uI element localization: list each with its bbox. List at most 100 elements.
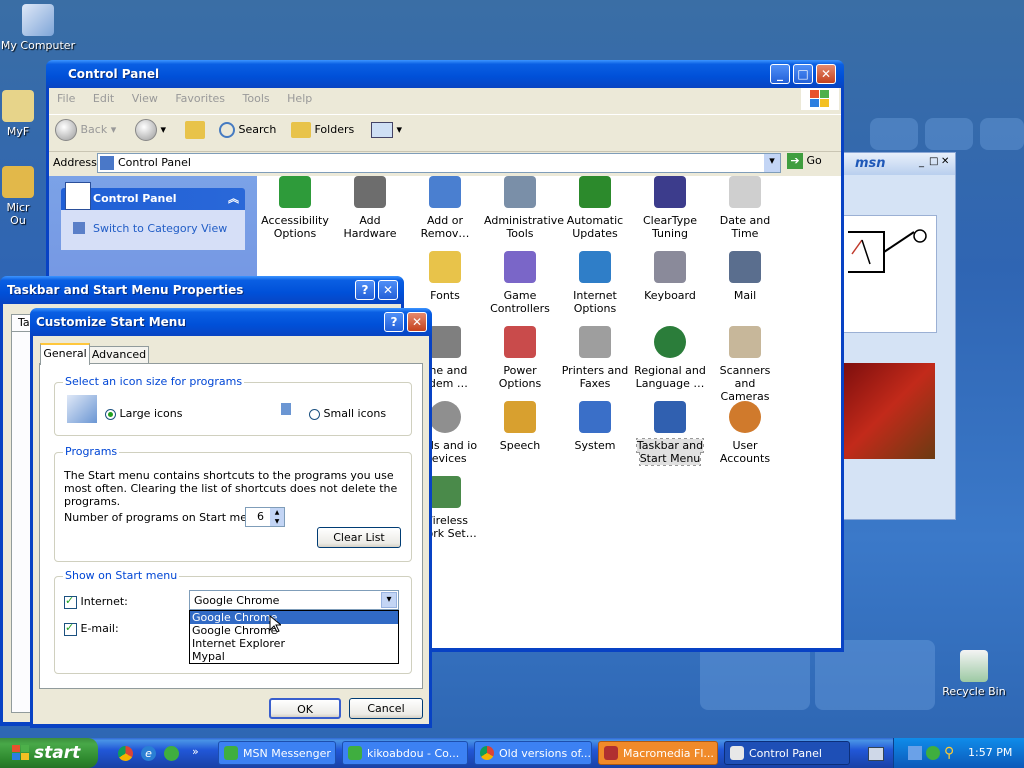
menu-help[interactable]: Help xyxy=(287,92,312,105)
cp-item-accessibility[interactable]: Accessibility Options xyxy=(259,176,331,240)
cp-item-add-hardware[interactable]: Add Hardware xyxy=(334,176,406,240)
stepper-up-icon[interactable]: ▲ xyxy=(270,508,284,517)
clear-list-button[interactable]: Clear List xyxy=(317,527,401,548)
quicklaunch-more-icon[interactable]: » xyxy=(192,745,199,758)
help-button[interactable]: ? xyxy=(355,280,375,300)
task-old-versions[interactable]: Old versions of... xyxy=(474,741,592,765)
dropdown-option[interactable]: Google Chrome xyxy=(190,611,398,624)
up-folder-button[interactable] xyxy=(185,115,205,145)
msn-window[interactable]: msn _ □ ✕ xyxy=(838,152,956,520)
cp-item-scanners[interactable]: Scanners and Cameras xyxy=(709,326,781,403)
internet-browser-select[interactable]: Google Chrome ▾ xyxy=(189,590,399,610)
forward-button[interactable]: ▾ xyxy=(135,115,166,145)
go-button[interactable]: ➔ Go xyxy=(787,153,822,169)
cp-item-user-accounts[interactable]: User Accounts xyxy=(709,401,781,465)
tab-general[interactable]: General xyxy=(40,343,90,365)
go-label: Go xyxy=(806,154,822,167)
task-macromedia-flash[interactable]: Macromedia Fl... xyxy=(598,741,718,765)
cp-item-add-remove[interactable]: Add or Remov… xyxy=(409,176,481,240)
go-arrow-icon: ➔ xyxy=(787,153,803,169)
msn-close-button[interactable]: ✕ xyxy=(941,156,949,167)
customize-start-menu-dialog[interactable]: Customize Start Menu ? ✕ General Advance… xyxy=(30,308,432,728)
menu-view[interactable]: View xyxy=(132,92,158,105)
task-msn-messenger[interactable]: MSN Messenger xyxy=(218,741,336,765)
chevron-down-icon[interactable]: ▾ xyxy=(381,592,397,608)
close-button[interactable]: ✕ xyxy=(378,280,398,300)
desktop-icon-my-computer[interactable]: My Computer xyxy=(0,4,76,52)
network-tray-icon[interactable] xyxy=(908,746,922,760)
cp-item-automatic-updates[interactable]: Automatic Updates xyxy=(559,176,631,240)
customize-titlebar[interactable]: Customize Start Menu ? ✕ xyxy=(30,308,432,336)
chrome-quicklaunch-icon[interactable] xyxy=(118,746,133,761)
speech-icon xyxy=(504,401,536,433)
task-label: kikoabdou - Co... xyxy=(367,747,460,760)
folders-button[interactable]: Folders xyxy=(291,115,354,145)
task-kikoabdou[interactable]: kikoabdou - Co... xyxy=(342,741,468,765)
msn-logo: msn xyxy=(855,156,886,171)
menu-tools[interactable]: Tools xyxy=(243,92,270,105)
cp-item-cleartype[interactable]: ClearType Tuning xyxy=(634,176,706,240)
msn-maximize-button[interactable]: □ xyxy=(929,156,938,167)
ie-quicklaunch-icon[interactable]: e xyxy=(141,746,156,761)
cancel-button[interactable]: Cancel xyxy=(349,698,423,719)
search-button[interactable]: Search xyxy=(219,115,276,145)
msn-minimize-button[interactable]: _ xyxy=(919,157,924,168)
internet-checkbox[interactable]: Internet: xyxy=(64,594,128,609)
start-button[interactable]: start xyxy=(0,738,98,768)
close-button[interactable]: ✕ xyxy=(816,64,836,84)
cp-item-label: Regional and Language … xyxy=(634,364,706,390)
task-label: Old versions of... xyxy=(499,747,592,760)
cp-item-fonts[interactable]: Fonts xyxy=(409,251,481,302)
cp-item-speech[interactable]: Speech xyxy=(484,401,556,452)
help-button[interactable]: ? xyxy=(384,312,404,332)
menu-favorites[interactable]: Favorites xyxy=(175,92,225,105)
add-remove-programs-icon xyxy=(429,176,461,208)
back-button[interactable]: Back ▾ xyxy=(55,115,116,145)
ok-button[interactable]: OK xyxy=(269,698,341,719)
messenger-tray-icon[interactable] xyxy=(926,746,940,760)
desktop-icon-recycle-bin[interactable]: Recycle Bin xyxy=(936,650,1012,698)
address-dropdown-button[interactable]: ▾ xyxy=(764,154,780,172)
maximize-button[interactable]: □ xyxy=(793,64,813,84)
programs-count-value: 6 xyxy=(257,510,264,523)
cp-item-mail[interactable]: Mail xyxy=(709,251,781,302)
messenger-quicklaunch-icon[interactable] xyxy=(164,746,179,761)
collapse-chevron-icon[interactable]: ︽ xyxy=(228,188,239,210)
task-control-panel[interactable]: Control Panel xyxy=(724,741,850,765)
menu-edit[interactable]: Edit xyxy=(93,92,114,105)
switch-category-view-link[interactable]: Switch to Category View xyxy=(93,222,227,235)
messenger-icon xyxy=(348,746,362,760)
language-bar-icon[interactable] xyxy=(868,747,884,761)
group-legend: Select an icon size for programs xyxy=(63,375,245,388)
dropdown-option[interactable]: Internet Explorer xyxy=(190,637,398,650)
programs-count-stepper[interactable]: 6 ▲ ▼ xyxy=(245,507,285,527)
internet-label: Internet: xyxy=(80,595,128,608)
search-tray-icon[interactable]: ⚲ xyxy=(944,745,954,761)
views-icon xyxy=(371,122,393,138)
views-button[interactable]: ▾ xyxy=(371,115,402,145)
cp-item-power-options[interactable]: Power Options xyxy=(484,326,556,390)
recycle-bin-icon xyxy=(960,650,988,682)
cp-item-regional[interactable]: Regional and Language … xyxy=(634,326,706,390)
close-button[interactable]: ✕ xyxy=(407,312,427,332)
cp-item-taskbar-start-menu[interactable]: Taskbar and Start Menu xyxy=(634,401,706,466)
cp-item-game-controllers[interactable]: Game Controllers xyxy=(484,251,556,315)
cp-item-date-time[interactable]: Date and Time xyxy=(709,176,781,240)
dropdown-option[interactable]: Mypal xyxy=(190,650,398,663)
cp-item-printers[interactable]: Printers and Faxes xyxy=(559,326,631,390)
small-icons-radio[interactable]: Small icons xyxy=(309,407,386,420)
stepper-down-icon[interactable]: ▼ xyxy=(270,517,284,526)
minimize-button[interactable]: _ xyxy=(770,64,790,84)
cp-item-keyboard[interactable]: Keyboard xyxy=(634,251,706,302)
large-icons-radio[interactable]: Large icons xyxy=(105,407,182,420)
cp-item-internet-options[interactable]: Internet Options xyxy=(559,251,631,315)
email-checkbox[interactable]: E-mail: xyxy=(64,621,119,636)
taskbar-properties-titlebar[interactable]: Taskbar and Start Menu Properties ? ✕ xyxy=(0,276,404,304)
control-panel-titlebar[interactable]: Control Panel _ □ ✕ xyxy=(46,60,844,88)
address-input[interactable]: Control Panel ▾ xyxy=(97,153,781,173)
dropdown-option[interactable]: Google Chrome xyxy=(190,624,398,637)
cp-item-system[interactable]: System xyxy=(559,401,631,452)
menu-file[interactable]: File xyxy=(57,92,75,105)
globe-icon xyxy=(654,326,686,358)
cp-item-admin-tools[interactable]: Administrative Tools xyxy=(484,176,564,240)
